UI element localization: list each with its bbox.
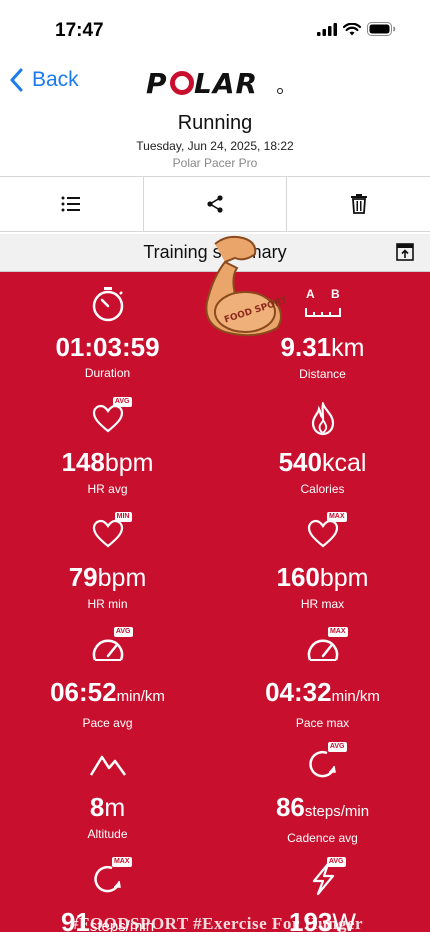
metric-value: 160bpm — [276, 562, 368, 593]
signal-icon — [317, 22, 337, 36]
svg-text:A: A — [306, 287, 315, 301]
metric-label: HR avg — [87, 482, 128, 496]
metric-number: 540 — [278, 447, 322, 477]
cadence-avg-icon: AVG — [307, 742, 347, 784]
metric-unit: km — [331, 334, 365, 362]
activity-title: Running — [177, 112, 253, 134]
metric-label: Distance — [299, 367, 346, 381]
metric-value: 540kcal — [279, 447, 367, 478]
metric-pace-avg: AVG 06:52min/km Pace avg — [0, 627, 215, 744]
action-toolbar — [0, 176, 430, 232]
metric-unit: bpm — [319, 564, 369, 592]
metric-value: 86steps/min — [276, 792, 369, 827]
metric-hr-avg: AVG 148bpm HR avg — [0, 397, 215, 514]
pace-avg-icon: AVG — [91, 627, 133, 669]
svg-text:B: B — [331, 287, 340, 301]
share-icon — [207, 195, 223, 213]
back-button[interactable]: Back — [10, 68, 79, 92]
metric-value: 01:03:59 — [55, 332, 159, 362]
metric-value: 148bpm — [61, 447, 153, 478]
metric-badge: AVG — [327, 742, 347, 752]
status-icons — [317, 22, 396, 36]
metric-number: 86 — [275, 792, 305, 822]
chevron-left-icon — [10, 68, 23, 92]
metric-value: 8m — [90, 792, 125, 823]
metric-badge: MIN — [114, 512, 132, 522]
metric-number: 9.31 — [280, 332, 332, 362]
wifi-icon — [343, 22, 361, 35]
flexed-arm-sticker: FOOD SPORT — [205, 235, 285, 337]
metric-label: HR min — [87, 597, 128, 611]
metric-unit: bpm — [104, 449, 154, 477]
metric-badge: AVG — [326, 857, 346, 867]
back-label: Back — [32, 68, 79, 91]
metric-altitude: 8m Altitude — [0, 744, 215, 859]
metric-value: 06:52min/km — [50, 677, 165, 712]
device-name: Polar Pacer Pro — [172, 156, 258, 170]
metric-label: Pace avg — [82, 716, 133, 730]
metric-number: 8 — [89, 792, 105, 822]
distance-ab-icon: AB — [303, 284, 343, 324]
metric-number: 148 — [61, 447, 105, 477]
metric-label: Duration — [84, 366, 131, 380]
svg-text:LAR: LAR — [194, 68, 258, 98]
metric-calories: 540kcal Calories — [215, 399, 430, 514]
nav-bar: Back P LAR — [0, 60, 430, 110]
metric-unit: min/km — [116, 688, 165, 705]
battery-icon — [367, 22, 396, 36]
metric-cadence-avg: AVG 86steps/min Cadence avg — [215, 742, 430, 859]
delete-button[interactable] — [287, 177, 430, 231]
metric-unit: min/km — [331, 688, 380, 705]
metric-badge: MAX — [111, 857, 132, 867]
metric-label: Pace max — [295, 716, 350, 730]
activity-datetime: Tuesday, Jun 24, 2025, 18:22 — [136, 139, 294, 153]
share-button[interactable] — [144, 177, 288, 231]
pace-max-icon: MAX — [306, 627, 348, 669]
metric-label: Cadence avg — [287, 831, 358, 845]
metric-number: 04:32 — [265, 677, 332, 707]
trash-icon — [350, 194, 367, 214]
status-bar: 17:47 — [0, 0, 430, 60]
metric-pace-max: MAX 04:32min/km Pace max — [215, 627, 430, 744]
activity-header: Running Tuesday, Jun 24, 2025, 18:22 Pol… — [0, 112, 430, 170]
flame-icon — [310, 399, 336, 439]
heart-avg-icon: AVG — [92, 397, 132, 439]
power-avg-icon: AVG — [308, 857, 346, 899]
mountain-icon — [89, 744, 127, 784]
heart-min-icon: MIN — [92, 512, 132, 554]
metric-value: 79bpm — [69, 562, 147, 593]
metric-label: Calories — [300, 482, 345, 496]
status-time: 17:47 — [55, 20, 104, 41]
metrics-grid: 01:03:59 Duration A B 9.31km Distance AVG 148bp… — [0, 284, 430, 932]
metric-value: 04:32min/km — [265, 677, 380, 712]
stopwatch-icon — [91, 284, 125, 324]
metric-label: HR max — [300, 597, 345, 611]
list-button[interactable] — [0, 177, 144, 231]
metric-number: 160 — [276, 562, 320, 592]
metric-number: 01:03:59 — [55, 332, 160, 362]
metric-value: 9.31km — [281, 332, 365, 363]
svg-text:P: P — [146, 68, 168, 98]
metric-badge: MAX — [326, 512, 347, 522]
metric-number: 79 — [68, 562, 98, 592]
metric-unit: bpm — [97, 564, 147, 592]
heart-max-icon: MAX — [307, 512, 347, 554]
metric-duration: 01:03:59 Duration — [0, 284, 215, 399]
list-icon — [61, 196, 81, 212]
metric-badge: AVG — [113, 627, 133, 637]
metric-unit: m — [104, 794, 126, 822]
metric-badge: MAX — [327, 627, 348, 637]
export-icon[interactable] — [396, 243, 414, 261]
metric-label: Altitude — [87, 827, 128, 841]
metric-number: 06:52 — [50, 677, 117, 707]
metric-unit: steps/min — [304, 803, 370, 820]
metric-unit: kcal — [321, 449, 367, 477]
metric-hr-min: MIN 79bpm HR min — [0, 512, 215, 629]
watermark-text: #FOODSPORT #Exercise For Hunger — [70, 914, 364, 932]
polar-logo: P LAR — [146, 67, 286, 103]
cadence-max-icon: MAX — [92, 857, 132, 899]
metric-hr-max: MAX 160bpm HR max — [215, 512, 430, 629]
metrics-panel: 01:03:59 Duration A B 9.31km Distance AVG 148bp… — [0, 272, 430, 932]
metric-badge: AVG — [112, 397, 132, 407]
